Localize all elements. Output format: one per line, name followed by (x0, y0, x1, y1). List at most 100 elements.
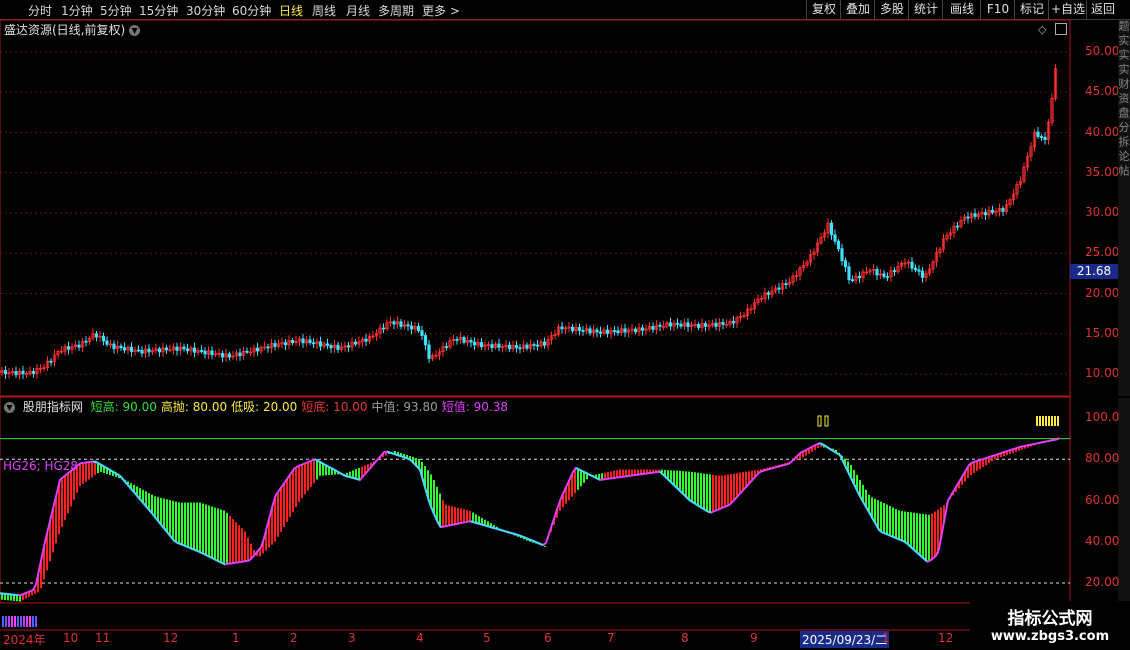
x-tick: 2 (290, 631, 298, 645)
indicator-bar (199, 502, 201, 553)
indicator-bar (1006, 451, 1008, 456)
toolbar-button[interactable]: +自选 (1048, 0, 1087, 19)
indicator-bar (400, 452, 402, 457)
candle-body (644, 328, 648, 331)
toolbar-button[interactable]: 标记 (1014, 0, 1049, 19)
price-panel-title[interactable]: 盛达资源(日线,前复权) ▼ (4, 21, 141, 38)
candle-body (392, 321, 396, 325)
candle-body (192, 347, 197, 353)
chart-canvas[interactable] (0, 0, 1130, 650)
chevron-down-icon[interactable]: ▼ (4, 402, 15, 413)
toolbar-button[interactable]: 统计 (908, 0, 943, 19)
toolbar-button[interactable]: F10 (980, 0, 1015, 19)
candle-body (262, 346, 267, 349)
candle-body (280, 342, 284, 345)
indicator-bar (385, 451, 387, 456)
indicator-bar (760, 469, 762, 472)
period-tab[interactable]: 60分钟 (232, 2, 271, 19)
chevron-down-icon[interactable]: ▼ (129, 25, 141, 36)
indicator-bar (694, 472, 696, 504)
indicator-bar (751, 470, 753, 481)
period-tab[interactable]: 15分钟 (139, 2, 178, 19)
indicator-bar (661, 469, 663, 474)
watermark-title: 指标公式网 (1007, 609, 1093, 629)
candle-body (353, 341, 358, 345)
indicator-bar (1042, 442, 1044, 444)
indicator-bar (82, 462, 84, 484)
candle-body (493, 343, 498, 349)
candle-body (283, 342, 288, 346)
period-tab[interactable]: 日线 (279, 2, 303, 19)
price-tick: 15.00 (1085, 325, 1120, 340)
signal-marker (1051, 416, 1053, 426)
indicator-bar (322, 463, 324, 476)
signal-bar (2, 616, 4, 627)
indicator-bar (850, 465, 852, 478)
period-tab[interactable]: 1分钟 (61, 2, 93, 19)
toolbar-button[interactable]: 叠加 (840, 0, 875, 19)
candle-body (147, 348, 151, 353)
indicator-field: 短高: 90.00 (90, 400, 157, 414)
indicator-bar (1045, 441, 1047, 443)
candle-body (836, 240, 841, 250)
indicator-bar (88, 462, 90, 480)
price-tick: 20.00 (1085, 285, 1120, 300)
indicator-bar (1018, 447, 1020, 451)
signal-marker (1039, 416, 1041, 426)
candle-body (598, 331, 603, 334)
x-tick: 3 (348, 631, 356, 645)
candle-body (574, 327, 578, 332)
diamond-icon[interactable]: ◇ (1038, 23, 1046, 36)
candle-body (343, 345, 347, 348)
toolbar-button[interactable]: 多股 (874, 0, 909, 19)
window-toggle-icon[interactable] (1055, 23, 1067, 35)
toolbar-button[interactable]: 返回 (1086, 0, 1119, 19)
candle-body (623, 328, 627, 333)
period-tab[interactable]: 周线 (312, 2, 336, 19)
candle-body (1036, 131, 1040, 137)
candle-body (203, 350, 207, 355)
indicator-bar (493, 524, 495, 529)
indicator-bar (355, 469, 357, 479)
indicator-bar (142, 489, 144, 503)
period-tab[interactable]: 更多 > (422, 2, 460, 19)
candle-body (56, 351, 60, 356)
period-tab[interactable]: 5分钟 (100, 2, 132, 19)
x-tick: 8 (681, 631, 689, 645)
candle-body (605, 329, 610, 334)
candle-body (724, 323, 729, 326)
indicator-bar (100, 464, 102, 472)
candle-body (1050, 97, 1054, 123)
indicator-bar (886, 504, 888, 535)
indicator-field: 短值: 90.38 (441, 400, 508, 414)
toolbar-button[interactable]: 画线 (942, 0, 981, 19)
indicator-bar (280, 487, 282, 532)
candle-body (357, 341, 361, 345)
candle-body (231, 355, 235, 358)
indicator-bar (637, 469, 639, 475)
indicator-bar (892, 507, 894, 537)
indicator-bar (634, 469, 636, 476)
candle-body (455, 338, 459, 341)
indicator-bar (571, 474, 573, 497)
period-tab[interactable]: 月线 (346, 2, 370, 19)
indicator-tick: 20.00 (1085, 575, 1120, 589)
candle-body (49, 360, 53, 363)
indicator-bar (376, 459, 378, 461)
indicator-bar (856, 474, 858, 491)
signal-strip (2, 616, 37, 627)
indicator-bar (574, 467, 576, 494)
indicator-bar (772, 466, 774, 469)
period-tab[interactable]: 多周期 (378, 2, 414, 19)
indicator-bar (604, 472, 606, 480)
toolbar-button[interactable]: 复权 (806, 0, 841, 19)
side-tab-strip[interactable]: 题 实 实 实 财 资 盘 分 拆 论 帖 (1118, 20, 1130, 396)
candle-body (703, 323, 708, 327)
candle-body (157, 348, 162, 353)
candle-body (906, 261, 911, 264)
indicator-bar (442, 500, 444, 527)
indicator-bar (586, 473, 588, 480)
period-tab[interactable]: 分时 (28, 2, 52, 19)
candle-body (700, 323, 704, 328)
period-tab[interactable]: 30分钟 (186, 2, 225, 19)
